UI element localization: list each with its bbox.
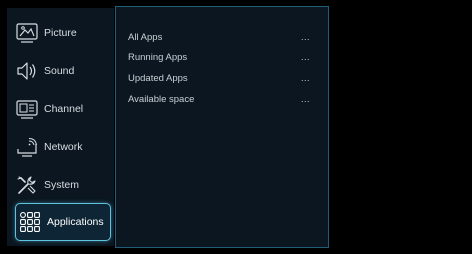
tv-settings-screen: Picture Sound Channel Network System App… — [0, 0, 472, 254]
sidebar-item-label: Sound — [44, 65, 75, 77]
available-space-row[interactable]: Available space ... — [128, 91, 314, 107]
sidebar-item-sound[interactable]: Sound — [15, 54, 115, 88]
applications-icon — [18, 210, 42, 234]
sidebar-item-applications[interactable]: Applications — [15, 203, 111, 241]
network-icon — [15, 135, 39, 159]
picture-icon — [15, 21, 39, 45]
more-indicator: ... — [300, 52, 310, 62]
more-indicator: ... — [300, 94, 310, 104]
more-indicator: ... — [300, 32, 310, 42]
sidebar-item-channel[interactable]: Channel — [15, 92, 115, 126]
running-apps-row[interactable]: Running Apps ... — [128, 49, 314, 65]
row-label: Updated Apps — [128, 72, 188, 84]
sidebar-item-label: System — [44, 179, 80, 191]
updated-apps-row[interactable]: Updated Apps ... — [128, 70, 314, 86]
more-indicator: ... — [300, 73, 310, 83]
sidebar-item-label: Applications — [47, 216, 104, 228]
row-label: All Apps — [128, 31, 163, 43]
settings-sidebar: Picture Sound Channel Network System App… — [7, 8, 114, 246]
sidebar-item-label: Channel — [44, 103, 84, 115]
channel-icon — [15, 97, 39, 121]
row-label: Available space — [128, 93, 195, 105]
sidebar-item-network[interactable]: Network — [15, 130, 115, 164]
sound-icon — [15, 59, 39, 83]
all-apps-row[interactable]: All Apps ... — [128, 29, 314, 45]
sidebar-item-system[interactable]: System — [15, 168, 115, 202]
sidebar-item-picture[interactable]: Picture — [15, 16, 115, 50]
system-icon — [15, 173, 39, 197]
sidebar-item-label: Picture — [44, 27, 77, 39]
row-label: Running Apps — [128, 51, 188, 63]
sidebar-item-label: Network — [44, 141, 83, 153]
applications-panel: All Apps ... Running Apps ... Updated Ap… — [115, 6, 329, 248]
